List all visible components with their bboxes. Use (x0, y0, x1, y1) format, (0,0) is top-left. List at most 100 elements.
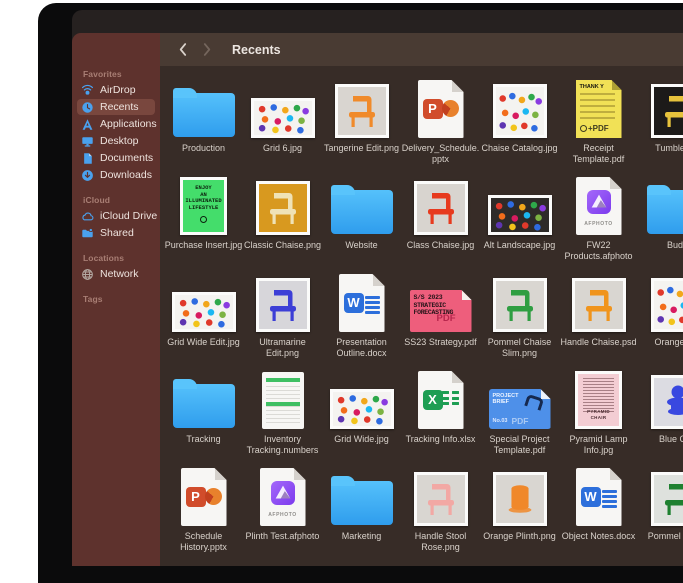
pdf-badge: PDF (437, 313, 456, 324)
file-label: Object Notes.docx (560, 531, 638, 542)
sidebar-section-title: Tags (83, 294, 160, 304)
file-alt-landscape-jpg[interactable]: Alt Landscape.jpg (480, 171, 559, 268)
file-thumbnail (164, 268, 243, 332)
poster-text: S/S 2023 (414, 294, 472, 302)
file-schedule-history-pptx[interactable]: PSchedule History.pptx (164, 462, 243, 559)
chevron-right-icon (203, 42, 212, 57)
file-grid-wide-jpg[interactable]: Grid Wide.jpg (322, 365, 401, 462)
file-tangerine-edit-png[interactable]: Tangerine Edit.png (322, 74, 401, 171)
file-label: Grid Wide.jpg (323, 434, 401, 445)
sidebar-item-airdrop[interactable]: AirDrop (77, 82, 155, 98)
poster-text: PYRAMIDCHAIR (578, 409, 619, 420)
file-label: Chaise Catalog.jpg (481, 143, 559, 154)
sidebar-item-downloads[interactable]: Downloads (77, 167, 155, 183)
sidebar-item-label: Downloads (100, 169, 152, 181)
receipt-header-text: THANK Y (580, 84, 604, 90)
chair-graphic (658, 479, 683, 519)
image-thumbnail (251, 98, 315, 138)
file-receipt-template-pdf[interactable]: THANK Y +PDF Receipt Template.pdf (559, 74, 638, 171)
image-thumbnail (488, 195, 552, 235)
file-tracking-info-xlsx[interactable]: XTracking Info.xlsx (401, 365, 480, 462)
image-thumbnail (493, 278, 547, 332)
text-lines-glyph (602, 490, 617, 508)
file-thumbnail (638, 74, 683, 138)
file-label: Receipt Template.pdf (560, 143, 638, 165)
file-grid-wide-edit-jpg[interactable]: Grid Wide Edit.jpg (164, 268, 243, 365)
file-label: Tracking (165, 434, 243, 445)
shared-folder-icon (81, 227, 94, 240)
file-label: SS23 Strategy.pdf (402, 337, 480, 348)
sidebar-item-label: Shared (100, 227, 134, 239)
file-ultramarine-edit-png[interactable]: Ultramarine Edit.png (243, 268, 322, 365)
file-production[interactable]: Production (164, 74, 243, 171)
file-thumbnail: PROJECTBRIEFNo.03PDF (480, 365, 559, 429)
pdf-badge: +PDF (580, 124, 609, 133)
file-chaise-catalog-jpg[interactable]: Chaise Catalog.jpg (480, 74, 559, 171)
file-orange-hig[interactable]: Orange Hig (638, 268, 683, 365)
file-thumbnail (638, 171, 683, 235)
file-thumbnail (164, 365, 243, 429)
file-tracking[interactable]: Tracking (164, 365, 243, 462)
file-fw22-products-afphoto[interactable]: AFPHOTOFW22 Products.afphoto (559, 171, 638, 268)
chair-graphic (342, 91, 382, 131)
sidebar-item-recents[interactable]: Recents (77, 99, 155, 115)
image-thumbnail (335, 84, 389, 138)
folder-icon (173, 93, 235, 137)
sidebar-item-documents[interactable]: Documents (77, 150, 155, 166)
chair-graphic (263, 285, 303, 325)
chair-graphic (421, 479, 461, 519)
file-handle-chaise-psd[interactable]: Handle Chaise.psd (559, 268, 638, 365)
file-label: Pyramid Lamp Info.jpg (560, 434, 638, 456)
image-thumbnail (651, 375, 683, 429)
file-special-project-template-pdf[interactable]: PROJECTBRIEFNo.03PDFSpecial Project Temp… (480, 365, 559, 462)
file-orange-plinth-png[interactable]: Orange Plinth.png (480, 462, 559, 559)
file-label: Pommel Deep. (639, 531, 683, 542)
file-ss23-strategy-pdf[interactable]: PDFS/S 2023STRATEGICFORECASTINGSS23 Stra… (401, 268, 480, 365)
file-plinth-test-afphoto[interactable]: AFPHOTOPlinth Test.afphoto (243, 462, 322, 559)
brief-logo (522, 394, 543, 415)
sidebar-item-applications[interactable]: Applications (77, 116, 155, 132)
image-thumbnail (651, 278, 683, 332)
sidebar-section-favorites: FavoritesAirDropRecentsApplicationsDeskt… (72, 69, 160, 183)
file-label: Pommel Chaise Slim.png (481, 337, 559, 359)
folder-icon (331, 190, 393, 234)
file-label: Handle Chaise.psd (560, 337, 638, 348)
chair-graphic (500, 285, 540, 325)
afphoto-label: AFPHOTO (260, 512, 306, 518)
file-handle-stool-rose-png[interactable]: Handle Stool Rose.png (401, 462, 480, 559)
sidebar-item-desktop[interactable]: Desktop (77, 133, 155, 149)
file-delivery-schedule-pptx[interactable]: PDelivery_Schedule.pptx (401, 74, 480, 171)
file-thumbnail: PDFS/S 2023STRATEGICFORECASTING (401, 268, 480, 332)
file-presentation-outline-docx[interactable]: WPresentation Outline.docx (322, 268, 401, 365)
sidebar-item-label: iCloud Drive (100, 210, 157, 222)
file-marketing[interactable]: Marketing (322, 462, 401, 559)
file-pommel-chaise-slim-png[interactable]: Pommel Chaise Slim.png (480, 268, 559, 365)
file-thumbnail (322, 171, 401, 235)
file-label: Classic Chaise.png (244, 240, 322, 251)
file-classic-chaise-png[interactable]: Classic Chaise.png (243, 171, 322, 268)
forward-button[interactable] (199, 39, 215, 61)
image-thumbnail (651, 472, 683, 526)
chair-graphic (658, 91, 683, 131)
back-button[interactable] (174, 39, 190, 61)
file-pyramid-lamp-info-jpg[interactable]: PYRAMIDCHAIR Pyramid Lamp Info.jpg (559, 365, 638, 462)
file-blue-cha[interactable]: Blue Cha (638, 365, 683, 462)
sidebar-item-shared[interactable]: Shared (77, 225, 155, 241)
file-website[interactable]: Website (322, 171, 401, 268)
file-tumble-mo[interactable]: Tumble Mo (638, 74, 683, 171)
file-pommel-deep[interactable]: Pommel Deep. (638, 462, 683, 559)
file-class-chaise-jpg[interactable]: Class Chaise.jpg (401, 171, 480, 268)
file-thumbnail (322, 365, 401, 429)
sidebar-item-icloud-drive[interactable]: iCloud Drive (77, 208, 155, 224)
file-object-notes-docx[interactable]: WObject Notes.docx (559, 462, 638, 559)
numbers-file-icon (262, 372, 304, 429)
sidebar-item-label: Applications (100, 118, 157, 130)
sidebar-section-title: Locations (83, 253, 160, 263)
sidebar-section-icloud: iCloudiCloud DriveShared (72, 195, 160, 241)
file-grid-6-jpg[interactable]: Grid 6.jpg (243, 74, 322, 171)
file-budg[interactable]: Budg (638, 171, 683, 268)
sidebar-item-network[interactable]: Network (77, 266, 155, 282)
file-purchase-insert-jpg[interactable]: ENJOYANILLUMINATEDLIFESTYLEPurchase Inse… (164, 171, 243, 268)
file-inventory-tracking-numbers[interactable]: Inventory Tracking.numbers (243, 365, 322, 462)
toolbar: Recents (160, 33, 683, 66)
